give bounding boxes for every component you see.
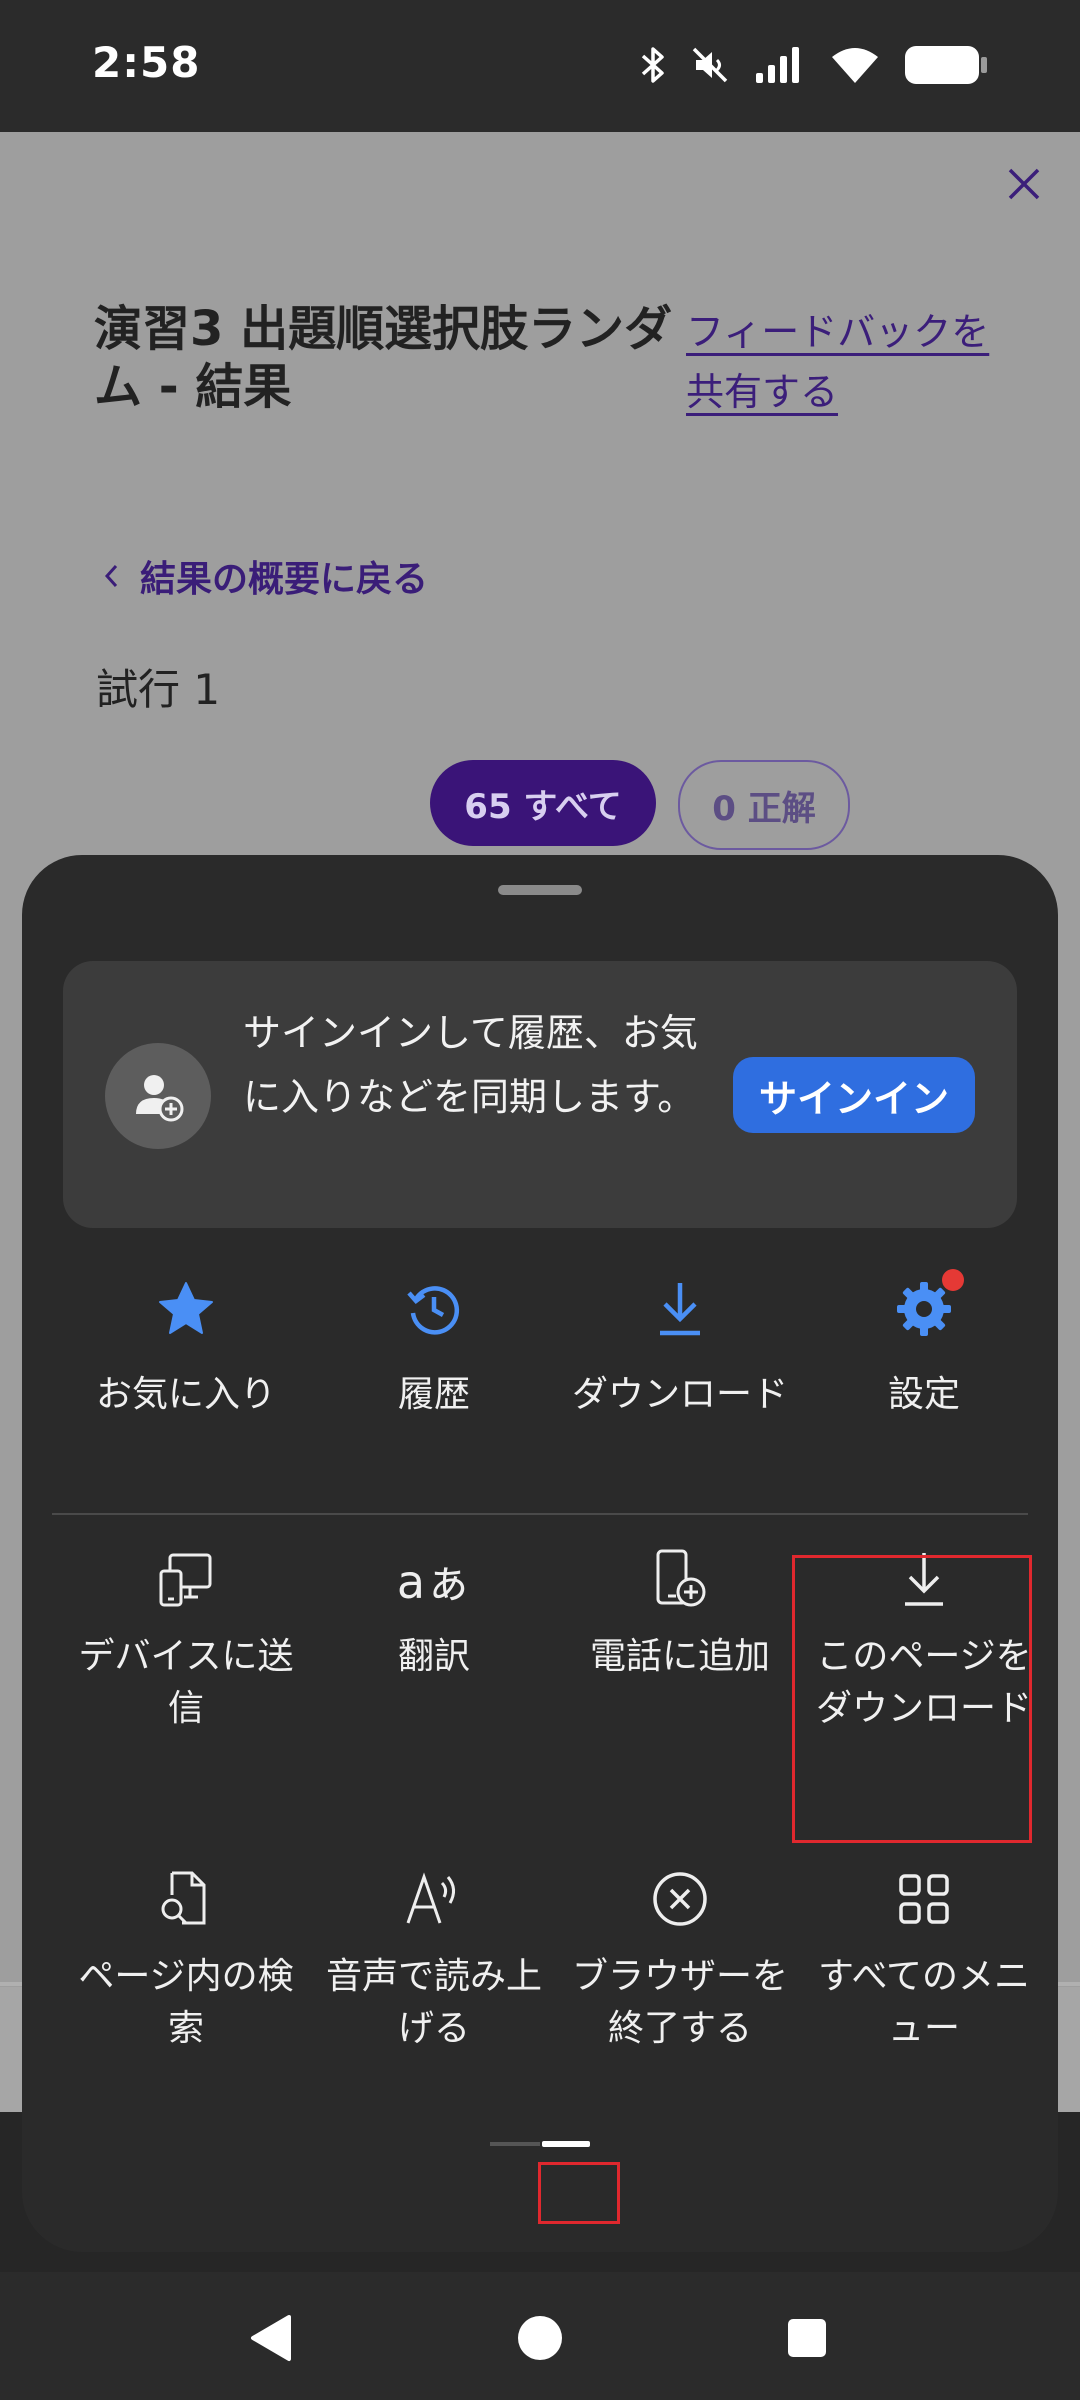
signin-message: サインインして履歴、お気に入りなどを同期します。 <box>243 1011 698 1119</box>
translate-button[interactable]: aぁ 翻訳 <box>324 1545 544 1683</box>
menu-divider <box>52 1513 1028 1515</box>
all-menu-button[interactable]: すべてのメニュー <box>814 1865 1034 2055</box>
feedback-link[interactable]: フィードバックを共有する <box>686 302 1006 422</box>
mute-icon <box>690 45 730 85</box>
history-icon <box>324 1275 544 1343</box>
signin-button[interactable]: サインイン <box>733 1057 975 1133</box>
page-title: 演習3 出題順選択肢ランダム - 結果 <box>94 301 673 415</box>
read-aloud-button[interactable]: 音声で読み上げる <box>324 1865 544 2055</box>
find-in-page-label: ページ内の検索 <box>78 1956 294 2049</box>
recents-icon[interactable] <box>777 2308 837 2368</box>
history-label: 履歴 <box>397 1374 470 1415</box>
download-icon <box>570 1275 790 1343</box>
settings-label: 設定 <box>887 1374 960 1415</box>
drag-handle[interactable] <box>498 885 582 895</box>
status-time: 2:58 <box>92 38 201 87</box>
all-menu-icon <box>814 1865 1034 1933</box>
add-to-phone-label: 電話に追加 <box>589 1636 770 1677</box>
settings-button[interactable]: 設定 <box>814 1269 1034 1421</box>
attempt-heading: 試行 1 <box>96 665 221 714</box>
favorites-label: お気に入り <box>95 1374 276 1415</box>
battery-icon <box>904 44 988 86</box>
highlight-box-download-page <box>792 1555 1032 1843</box>
send-to-device-icon <box>76 1545 296 1613</box>
add-to-phone-icon <box>570 1545 790 1613</box>
page-indicator-active <box>542 2141 590 2147</box>
translate-icon: aぁ <box>396 1555 472 1609</box>
close-icon[interactable] <box>990 150 1058 218</box>
filter-correct-button[interactable]: 0 正解 <box>678 760 850 850</box>
exit-browser-icon <box>570 1865 790 1933</box>
downloads-button[interactable]: ダウンロード <box>570 1275 790 1421</box>
page-indicator-inactive <box>490 2142 540 2146</box>
wifi-icon <box>830 45 880 85</box>
filter-all-button[interactable]: 65 すべて <box>430 760 656 846</box>
send-to-device-button[interactable]: デバイスに送信 <box>76 1545 296 1735</box>
home-icon[interactable] <box>510 2308 570 2368</box>
read-aloud-icon <box>324 1865 544 1933</box>
history-button[interactable]: 履歴 <box>324 1275 544 1421</box>
downloads-label: ダウンロード <box>571 1374 788 1415</box>
exit-browser-button[interactable]: ブラウザーを終了する <box>570 1865 790 2055</box>
read-aloud-label: 音声で読み上げる <box>325 1956 542 2049</box>
find-in-page-icon <box>76 1865 296 1933</box>
status-icons <box>640 44 988 86</box>
back-icon[interactable] <box>240 2308 300 2368</box>
add-to-phone-button[interactable]: 電話に追加 <box>570 1545 790 1683</box>
avatar-add-icon <box>105 1043 211 1149</box>
back-to-summary-link[interactable]: 結果の概要に戻る <box>104 550 428 602</box>
back-link-label[interactable]: 結果の概要に戻る <box>140 550 428 602</box>
bluetooth-icon <box>640 45 666 85</box>
notification-badge <box>942 1269 964 1291</box>
all-menu-label: すべてのメニュー <box>817 1956 1031 2049</box>
browser-menu-sheet: サインインして履歴、お気に入りなどを同期します。 サインイン お気に入り 履歴 … <box>22 855 1058 2252</box>
send-to-device-label: デバイスに送信 <box>78 1636 294 1729</box>
highlight-box-page-indicator <box>538 2162 620 2224</box>
page-indicator[interactable] <box>490 2141 590 2147</box>
exit-browser-label: ブラウザーを終了する <box>571 1956 788 2049</box>
signal-icon <box>754 45 806 85</box>
chevron-left-icon <box>104 556 118 597</box>
status-bar: 2:58 <box>0 0 1080 132</box>
favorites-button[interactable]: お気に入り <box>76 1275 296 1421</box>
find-in-page-button[interactable]: ページ内の検索 <box>76 1865 296 2055</box>
star-icon <box>76 1275 296 1343</box>
gear-icon <box>814 1269 1034 1343</box>
navigation-bar <box>0 2272 1080 2400</box>
signin-card: サインインして履歴、お気に入りなどを同期します。 サインイン <box>63 961 1017 1228</box>
translate-label: 翻訳 <box>397 1636 470 1677</box>
feedback-link-text[interactable]: フィードバックを共有する <box>686 310 989 414</box>
